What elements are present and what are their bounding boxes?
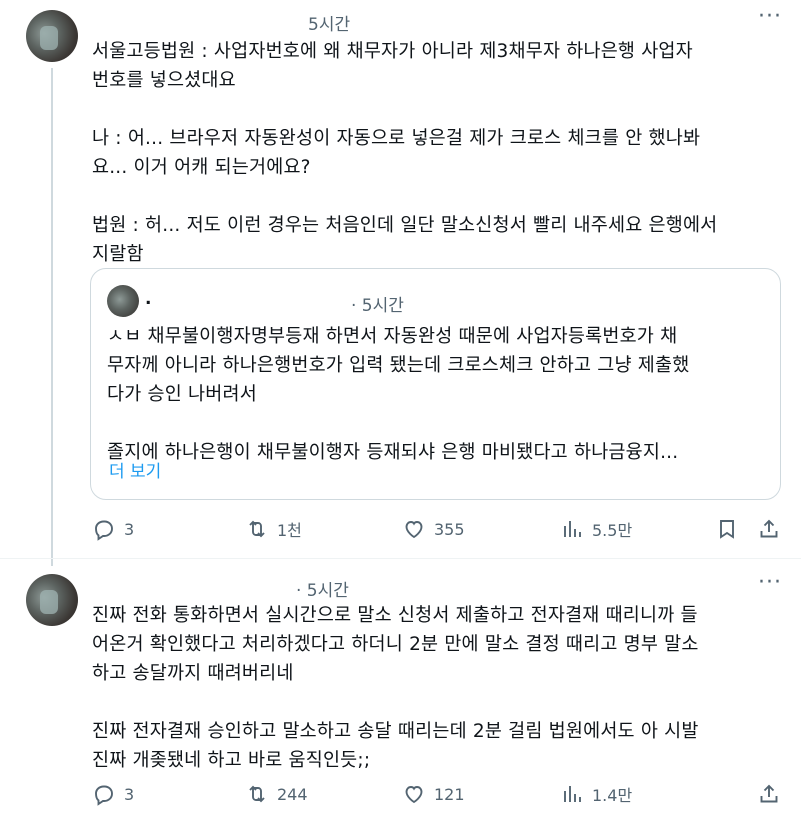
retweet-button[interactable]: 1천 [245,517,302,541]
tweet-text: 서울고등법원 : 사업자번호에 왜 채무자가 아니라 제3채무자 하나은행 사업… [92,41,718,265]
quote-card[interactable]: . · 5시간 ㅅㅂ 채무불이행자명부등재 하면서 자동완성 때문에 사업자등록… [90,268,781,500]
share-icon [760,784,778,803]
reply-count: 3 [124,519,135,539]
views-icon [564,786,581,802]
views-button[interactable]: 1.4만 [560,782,632,806]
quote-timestamp: · 5시간 [351,296,404,316]
show-more-link[interactable]: 더 보기 [109,457,161,482]
reply-icon [95,520,113,541]
thread-line [51,68,53,566]
like-count: 355 [434,519,465,539]
more-icon[interactable]: ··· [758,4,782,29]
retweet-count: 1천 [277,521,302,540]
reply-button[interactable]: 3 [92,782,134,806]
divider [0,558,801,559]
like-button[interactable]: 121 [402,782,465,806]
views-icon [564,521,581,537]
views-count: 1.4만 [592,786,633,805]
retweet-button[interactable]: 244 [245,782,308,806]
retweet-count: 244 [277,784,308,804]
reply-button[interactable]: 3 [92,517,134,541]
retweet-icon [249,785,265,803]
tweet-text: 진짜 전화 통화하면서 실시간으로 말소 신청서 제출하고 전자결재 때리니까 … [92,605,699,771]
tweet-timestamp[interactable]: 5시간 [308,10,350,35]
tweet-timestamp[interactable]: · 5시간 [296,576,349,601]
bookmark-icon [720,520,734,539]
share-icon [760,519,778,538]
like-button[interactable]: 355 [402,517,465,541]
quote-text: ㅅㅂ 채무불이행자명부등재 하면서 자동완성 때문에 사업자등록번호가 채 무자… [107,326,690,463]
share-button[interactable] [757,782,781,806]
reply-icon [95,785,113,806]
views-button[interactable]: 5.5만 [560,517,632,541]
quote-author: . [145,289,152,309]
avatar[interactable] [26,574,78,626]
avatar[interactable] [26,10,78,62]
reply-count: 3 [124,784,135,804]
more-icon[interactable]: ··· [758,570,782,595]
bookmark-button[interactable] [715,517,739,541]
views-count: 5.5만 [592,521,633,540]
heart-icon [405,786,423,804]
share-button[interactable] [757,517,781,541]
retweet-icon [249,520,265,538]
like-count: 121 [434,784,465,804]
heart-icon [405,521,423,539]
quote-avatar [107,285,139,317]
